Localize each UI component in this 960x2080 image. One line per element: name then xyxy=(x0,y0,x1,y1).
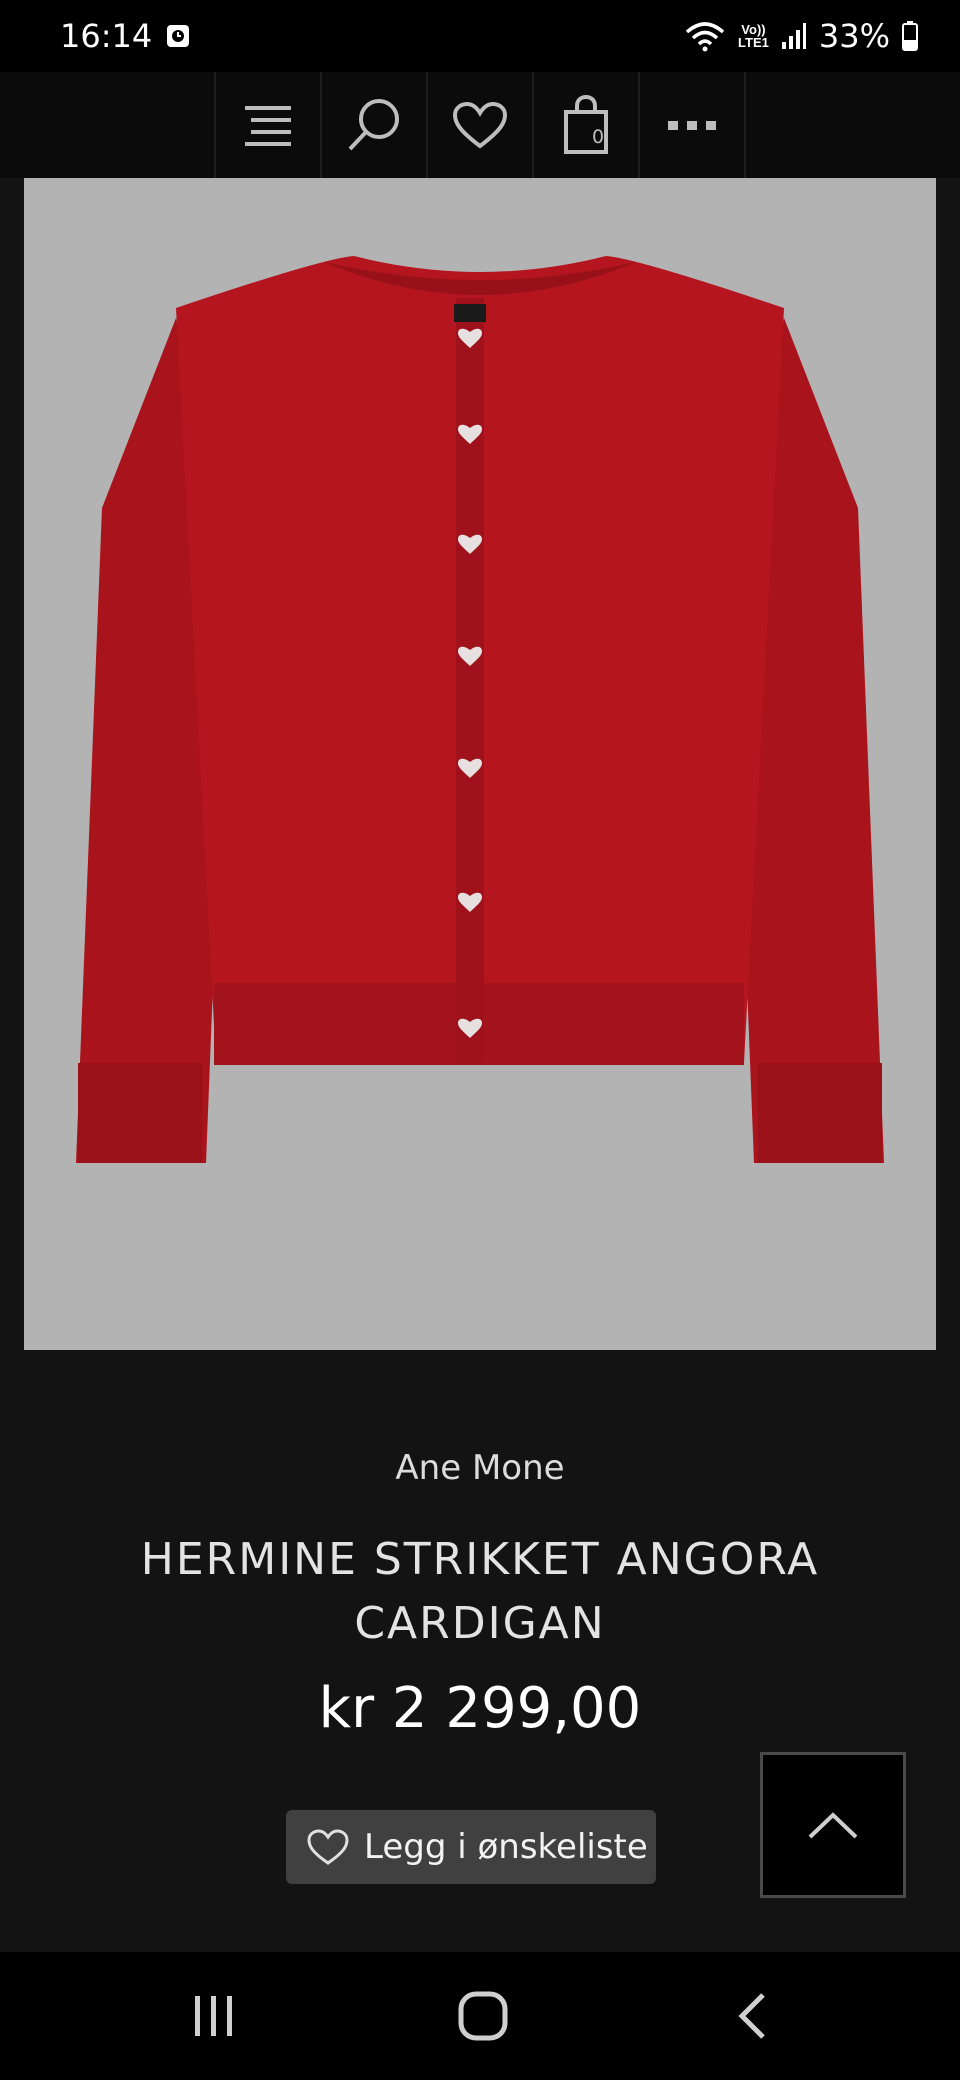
cardigan-image xyxy=(76,256,884,1163)
battery-icon xyxy=(902,21,918,51)
wifi-icon xyxy=(685,22,725,52)
status-bar: 16:14 Vo)) LTE1 33% xyxy=(0,0,960,72)
add-to-wishlist-button[interactable]: Legg i ønskeliste xyxy=(286,1810,656,1884)
nav-icon-group: 0 xyxy=(214,72,746,178)
home-icon xyxy=(458,1991,508,2041)
more-icon xyxy=(668,121,716,130)
clock-app-icon xyxy=(167,25,190,47)
wishlist-label: Legg i ønskeliste xyxy=(364,1827,648,1867)
menu-button[interactable] xyxy=(216,72,322,178)
battery-percentage: 33% xyxy=(818,17,890,55)
product-image[interactable] xyxy=(24,178,936,1350)
home-button[interactable] xyxy=(413,1952,553,2080)
wishlist-nav-button[interactable] xyxy=(428,72,534,178)
cart-button[interactable]: 0 xyxy=(534,72,640,178)
back-icon xyxy=(738,1993,765,2039)
signal-icon xyxy=(781,23,806,49)
product-price: kr 2 299,00 xyxy=(318,1676,642,1741)
search-icon xyxy=(348,99,399,151)
product-brand[interactable]: Ane Mone xyxy=(0,1448,960,1488)
status-time: 16:14 xyxy=(60,17,153,55)
heart-icon xyxy=(452,101,508,149)
product-title: HERMINE STRIKKET ANGORA CARDIGAN xyxy=(140,1534,820,1649)
search-button[interactable] xyxy=(322,72,428,178)
more-button[interactable] xyxy=(640,72,746,178)
menu-icon xyxy=(245,106,291,146)
volte-badge: Vo)) LTE1 xyxy=(738,22,769,50)
chevron-up-icon xyxy=(808,1812,858,1839)
cart-count: 0 xyxy=(592,126,605,148)
back-button[interactable] xyxy=(682,1952,822,2080)
recent-apps-button[interactable] xyxy=(144,1952,284,2080)
heart-icon xyxy=(307,1829,349,1865)
recent-apps-icon xyxy=(195,1996,232,2036)
system-navigation-bar xyxy=(0,1952,960,2080)
top-navigation: 0 xyxy=(0,72,960,178)
scroll-to-top-button[interactable] xyxy=(760,1752,906,1898)
